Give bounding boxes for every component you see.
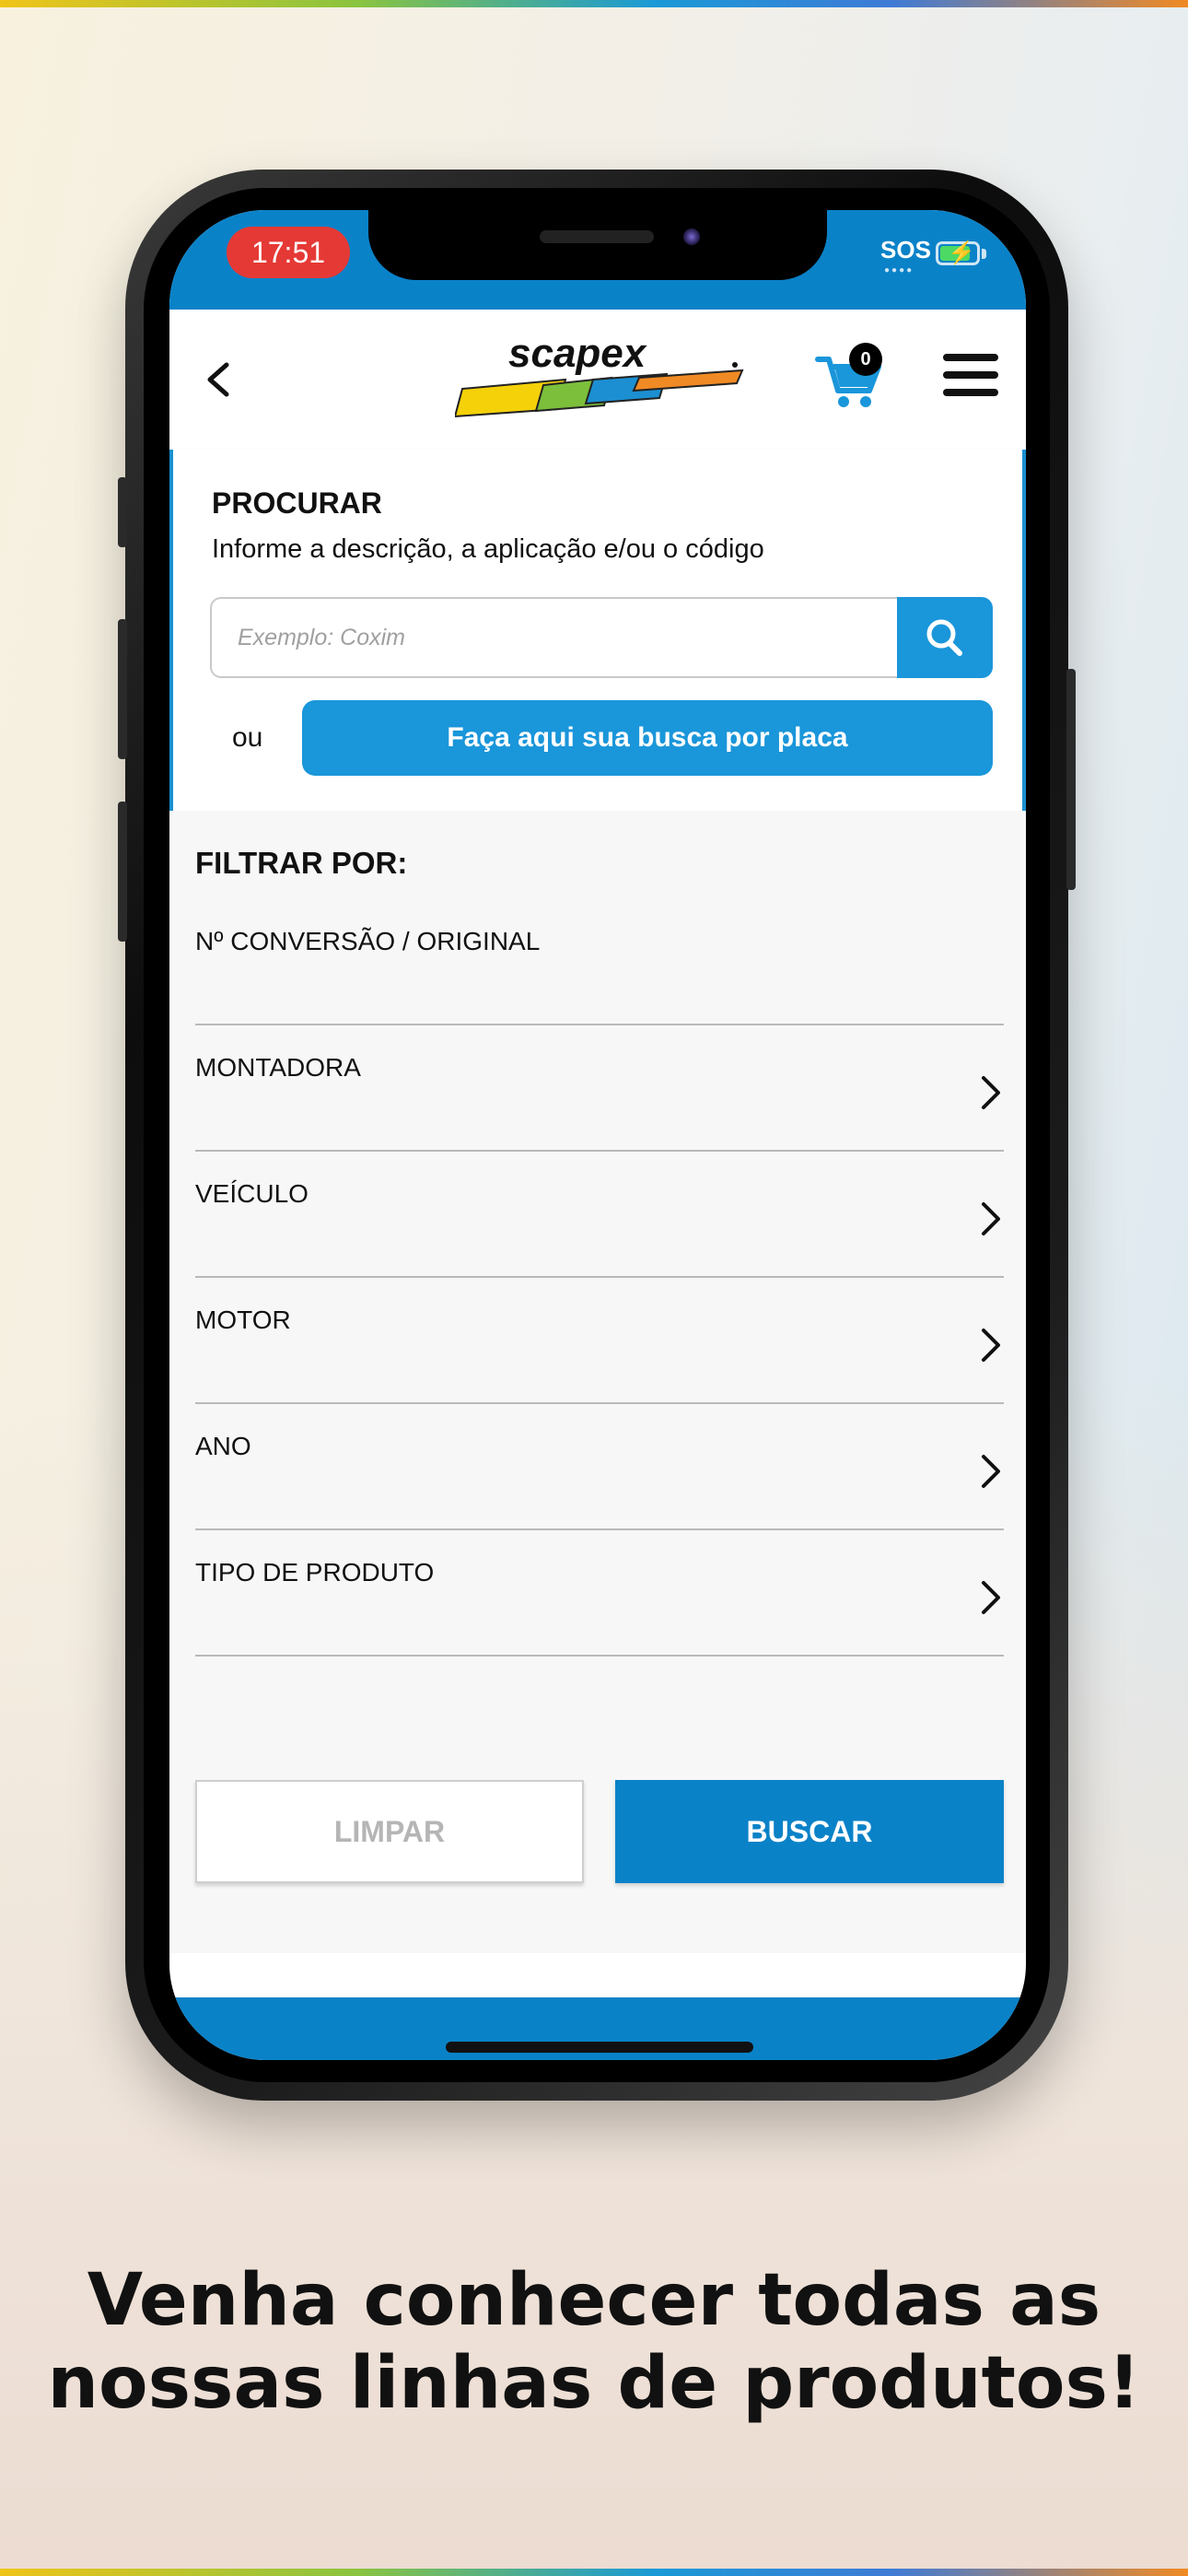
status-time: 17:51: [227, 227, 350, 278]
search-icon: [926, 619, 962, 656]
chevron-right-icon: [982, 1076, 1000, 1109]
search-input[interactable]: [210, 597, 899, 678]
speaker-grille: [540, 230, 654, 243]
filter-label: MONTADORA: [195, 1053, 361, 1082]
filter-label: VEÍCULO: [195, 1179, 309, 1208]
signal-dots-icon: ●●●●: [884, 265, 914, 275]
sos-indicator: SOS: [880, 236, 931, 263]
hamburger-menu-icon[interactable]: [943, 354, 998, 405]
front-camera: [683, 228, 700, 245]
filter-label: Nº CONVERSÃO / ORIGINAL: [195, 927, 541, 955]
cart-count-badge: 0: [849, 343, 882, 376]
tagline-line-1: Venha conhecer todas as: [87, 2259, 1101, 2342]
phone-power-button: [1066, 669, 1076, 890]
phone-volume-down-button: [118, 802, 127, 942]
chevron-right-icon: [982, 1202, 1000, 1235]
search-button[interactable]: [897, 597, 993, 678]
top-color-stripe: [0, 0, 1188, 7]
clear-button[interactable]: LIMPAR: [195, 1780, 584, 1883]
filter-label: MOTOR: [195, 1306, 291, 1334]
scapex-logo: scapex: [455, 332, 744, 418]
chevron-right-icon: [982, 1455, 1000, 1488]
phone-screen: 17:51 SOS ●●●● ⚡ scapex 0 PROCURAR Infor…: [169, 210, 1026, 2060]
search-title: PROCURAR: [212, 486, 382, 520]
filter-tipo-de-produto[interactable]: TIPO DE PRODUTO: [195, 1530, 1004, 1657]
charging-bolt-icon: ⚡: [948, 240, 975, 265]
promo-tagline: Venha conhecer todas as nossas linhas de…: [0, 2259, 1188, 2425]
filter-panel: FILTRAR POR: Nº CONVERSÃO / ORIGINAL MON…: [169, 811, 1026, 1953]
filter-title: FILTRAR POR:: [195, 846, 408, 880]
filter-label: TIPO DE PRODUTO: [195, 1558, 435, 1587]
filter-veiculo[interactable]: VEÍCULO: [195, 1152, 1004, 1278]
plate-search-button[interactable]: Faça aqui sua busca por placa: [302, 700, 993, 776]
battery-cap: [982, 249, 986, 259]
status-bar: 17:51 SOS ●●●● ⚡: [169, 210, 1026, 310]
search-card: PROCURAR Informe a descrição, a aplicaçã…: [169, 450, 1026, 811]
home-indicator[interactable]: [446, 2042, 753, 2053]
bottom-color-stripe: [0, 2569, 1188, 2576]
chevron-right-icon: [982, 1581, 1000, 1614]
filter-conversion-original[interactable]: Nº CONVERSÃO / ORIGINAL: [195, 899, 1004, 1025]
logo-wordmark: scapex: [508, 332, 647, 376]
search-submit-button[interactable]: BUSCAR: [615, 1780, 1004, 1883]
phone-notch: [368, 210, 827, 280]
chevron-right-icon: [982, 1329, 1000, 1362]
filter-ano[interactable]: ANO: [195, 1404, 1004, 1530]
or-label: ou: [232, 722, 263, 753]
filter-motor[interactable]: MOTOR: [195, 1278, 1004, 1404]
filter-montadora[interactable]: MONTADORA: [195, 1025, 1004, 1152]
app-header: scapex 0: [169, 310, 1026, 450]
chevron-left-icon[interactable]: [201, 357, 238, 402]
phone-volume-up-button: [118, 619, 127, 759]
tagline-line-2: nossas linhas de produtos!: [47, 2342, 1141, 2425]
phone-side-button: [118, 477, 127, 547]
filter-label: ANO: [195, 1432, 251, 1460]
search-subtitle: Informe a descrição, a aplicação e/ou o …: [212, 534, 764, 564]
